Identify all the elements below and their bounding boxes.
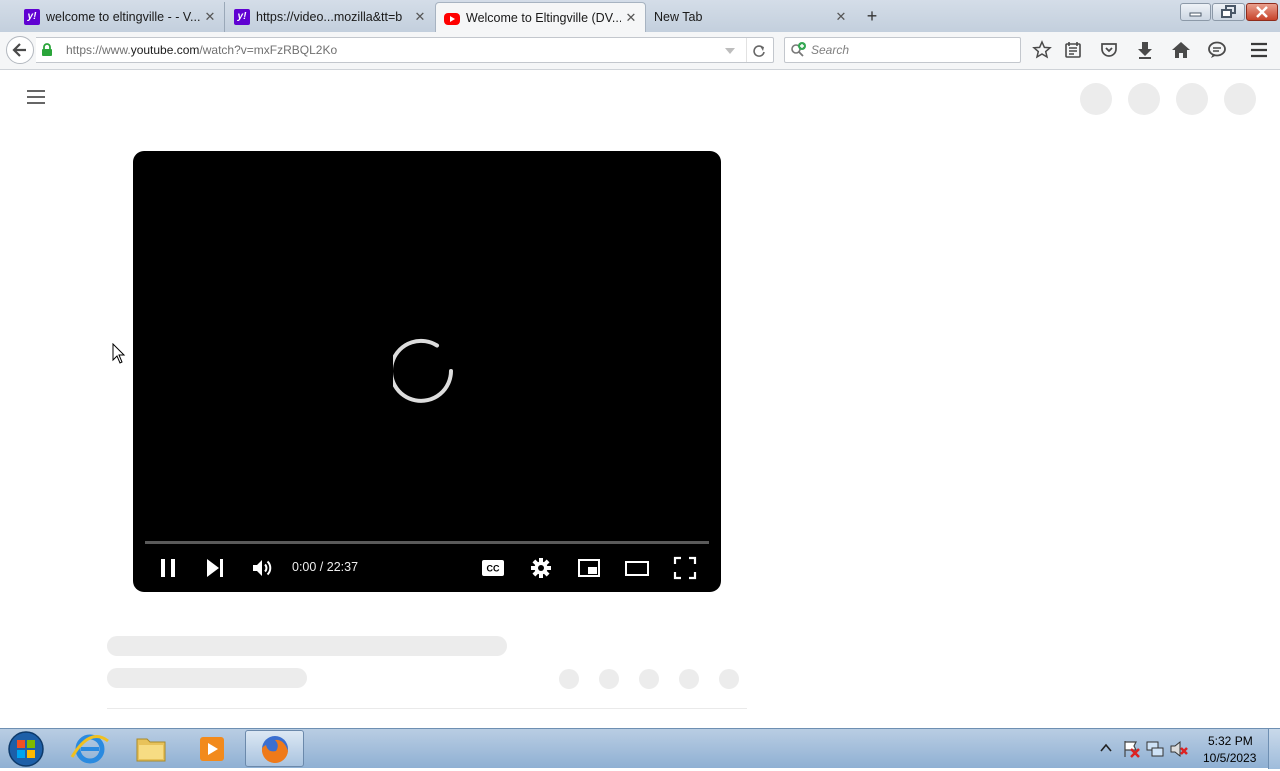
url-divider [746,38,747,62]
restore-button[interactable] [1212,3,1245,21]
minimize-button[interactable] [1180,3,1211,21]
show-hidden-icons-icon[interactable] [1100,743,1112,753]
guide-menu-icon[interactable] [26,89,46,105]
internet-explorer-icon[interactable] [62,731,118,767]
media-player-icon[interactable] [184,731,240,767]
settings-gear-icon[interactable] [529,556,553,580]
dropdown-arrow-icon[interactable] [724,47,736,55]
progress-bar[interactable] [145,541,709,544]
chat-icon[interactable] [1207,40,1227,60]
back-button[interactable] [6,36,34,64]
fullscreen-button[interactable] [673,556,697,580]
menu-icon[interactable] [1249,40,1269,60]
action-placeholder-dot [719,669,739,689]
miniplayer-button[interactable] [577,556,601,580]
title-placeholder [107,636,507,656]
clock-time[interactable]: 5:32 PM [1208,734,1253,748]
yahoo-icon: y! [24,9,40,25]
search-bar[interactable]: Search [784,37,1021,63]
action-placeholder-dot [599,669,619,689]
close-tab-icon[interactable]: ✕ [831,9,851,25]
close-tab-icon[interactable]: ✕ [200,9,220,25]
time-display: 0:00 / 22:37 [292,560,359,574]
tab-title: New Tab [654,10,703,24]
volume-muted-icon[interactable] [1169,739,1189,759]
search-input[interactable]: Search [811,43,849,57]
captions-button[interactable]: CC [481,556,505,580]
close-tab-icon[interactable]: ✕ [410,9,430,25]
firefox-icon [261,736,288,764]
file-explorer-icon[interactable] [123,731,179,767]
header-placeholder-circle [1080,83,1112,115]
yahoo-icon: y! [234,9,250,25]
close-icon [1256,6,1268,18]
url-bar[interactable]: https://www.youtube.com/watch?v=mxFzRBQL… [36,37,774,63]
clock-date[interactable]: 10/5/2023 [1203,751,1256,765]
tab-title: Welcome to Eltingville (DV... [466,10,621,25]
header-placeholder-circle [1176,83,1208,115]
firefox-taskbar-button[interactable] [245,730,304,767]
tab-title: welcome to eltingville - - V... [46,10,200,24]
back-arrow-icon [12,43,26,57]
minimize-icon [1189,12,1202,17]
downloads-icon[interactable] [1135,40,1155,60]
action-placeholder-dot [639,669,659,689]
tab-yahoo-video[interactable]: y! https://video...mozilla&tt=b ✕ [226,2,434,32]
show-desktop-button[interactable] [1268,729,1280,769]
mouse-cursor-icon [112,343,126,364]
action-placeholder-dot [679,669,699,689]
lock-icon [42,43,52,56]
next-video-button[interactable] [203,556,227,580]
tab-youtube[interactable]: Welcome to Eltingville (DV... ✕ [435,2,646,32]
header-placeholder-circle [1224,83,1256,115]
action-placeholder-dot [559,669,579,689]
pocket-icon[interactable] [1099,40,1119,60]
content-divider [107,708,747,709]
close-tab-icon[interactable]: ✕ [621,10,641,26]
reading-list-icon[interactable] [1063,40,1083,60]
video-player[interactable]: 0:00 / 22:37 CC [133,151,721,592]
close-window-button[interactable] [1246,3,1278,21]
tab-title: https://video...mozilla&tt=b [256,10,403,24]
search-engine-icon [791,42,806,57]
tab-yahoo-search[interactable]: y! welcome to eltingville - - V... ✕ [0,2,225,32]
taskbar: 5:32 PM 10/5/2023 [0,728,1280,769]
svg-text:CC: CC [487,564,500,574]
network-icon[interactable] [1145,739,1165,759]
pause-button[interactable] [156,556,180,580]
theater-mode-button[interactable] [625,556,649,580]
url-text[interactable]: https://www.youtube.com/watch?v=mxFzRBQL… [66,43,337,57]
restore-icon [1221,5,1236,18]
action-center-flag-icon[interactable] [1121,739,1141,759]
home-icon[interactable] [1171,40,1191,60]
channel-placeholder [107,668,307,688]
bookmark-star-icon[interactable] [1032,40,1052,60]
reload-icon[interactable] [751,43,767,59]
tab-strip: y! welcome to eltingville - - V... ✕ y! … [0,0,1280,32]
youtube-icon [444,12,460,25]
start-orb-icon[interactable] [5,730,45,768]
loading-spinner-icon [393,338,453,403]
tab-new-tab[interactable]: New Tab ✕ [647,2,855,32]
header-placeholder-circle [1128,83,1160,115]
volume-button[interactable] [250,556,274,580]
new-tab-button[interactable]: + [862,6,882,26]
navigation-bar: https://www.youtube.com/watch?v=mxFzRBQL… [0,32,1280,70]
